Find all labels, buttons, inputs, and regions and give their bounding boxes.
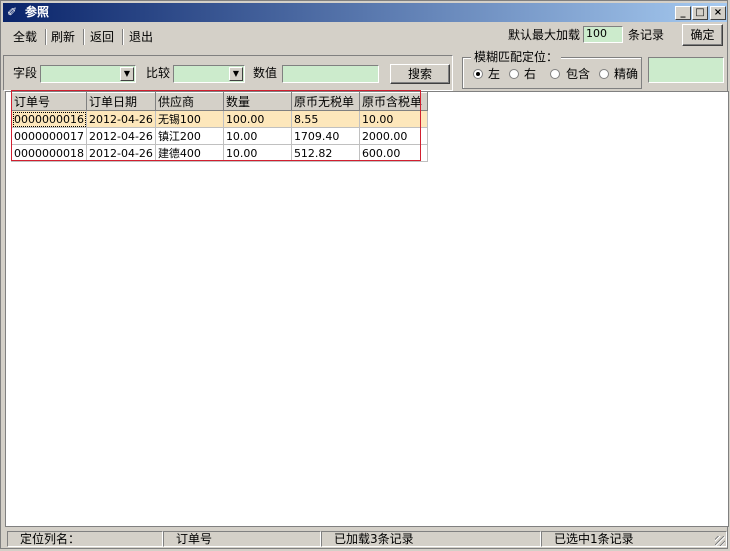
radio-contains-label[interactable]: 包含 <box>566 66 590 82</box>
table-row[interactable]: 0000000018 2012-04-26 建德400 10.00 512.82… <box>11 144 428 162</box>
compare-label: 比较 <box>146 66 171 80</box>
status-loaded-count: 已加载3条记录 <box>321 531 541 547</box>
close-button[interactable]: × <box>710 6 726 20</box>
column-header-unit-price-inc-tax[interactable]: 原币含税单 <box>358 92 428 111</box>
field-select[interactable]: ▼ <box>40 65 136 83</box>
exit-button[interactable]: 退出 <box>125 27 157 47</box>
records-label: 条记录 <box>628 28 665 42</box>
table-row[interactable]: 0000000017 2012-04-26 镇江200 10.00 1709.4… <box>11 127 428 145</box>
search-button[interactable]: 搜索 <box>390 64 450 84</box>
status-locate-column-label: 定位列名： <box>7 531 163 547</box>
status-locate-column-value: 订单号 <box>163 531 321 547</box>
cell-unit-price-ex-tax[interactable]: 512.82 <box>290 144 360 162</box>
resize-grip-icon[interactable] <box>715 536 725 546</box>
results-table: 订单号 订单日期 供应商 数量 原币无税单 原币含税单 0000000016 2… <box>11 92 428 162</box>
column-header-supplier[interactable]: 供应商 <box>154 92 224 111</box>
table-header-row: 订单号 订单日期 供应商 数量 原币无税单 原币含税单 <box>11 92 428 111</box>
radio-left-label[interactable]: 左 <box>488 66 500 82</box>
chevron-down-icon[interactable]: ▼ <box>229 67 243 81</box>
confirm-button[interactable]: 确定 <box>682 24 723 46</box>
cell-order-no[interactable]: 0000000018 <box>11 144 87 162</box>
radio-exact-label[interactable]: 精确 <box>614 66 638 82</box>
minimize-button[interactable]: _ <box>675 6 691 20</box>
column-header-unit-price-ex-tax[interactable]: 原币无税单 <box>290 92 360 111</box>
toolbar-separator <box>83 29 85 45</box>
cell-supplier[interactable]: 镇江200 <box>154 127 224 145</box>
radio-contains[interactable] <box>550 69 560 79</box>
reference-window: ✐ 参照 _ □ × 全载 刷新 返回 退出 默认最大加载 100 条记录 确定… <box>0 0 729 549</box>
refresh-button[interactable]: 刷新 <box>47 27 79 47</box>
back-button[interactable]: 返回 <box>86 27 118 47</box>
fuzzy-match-title: 模糊匹配定位： <box>471 50 562 64</box>
cell-unit-price-ex-tax[interactable]: 1709.40 <box>290 127 360 145</box>
max-load-label: 默认最大加载 <box>508 28 581 42</box>
cell-quantity[interactable]: 100.00 <box>222 110 292 128</box>
radio-right[interactable] <box>509 69 519 79</box>
title-bar[interactable]: ✐ 参照 _ □ × <box>3 3 727 22</box>
cell-order-date[interactable]: 2012-04-26 <box>86 127 156 145</box>
cell-order-no[interactable]: 0000000016 <box>11 110 87 128</box>
max-load-input[interactable]: 100 <box>583 26 623 43</box>
toolbar-separator <box>122 29 124 45</box>
cell-order-date[interactable]: 2012-04-26 <box>86 110 156 128</box>
cell-quantity[interactable]: 10.00 <box>222 127 292 145</box>
fuzzy-match-group: 模糊匹配定位： 左 右 包含 精确 <box>462 50 642 89</box>
column-header-quantity[interactable]: 数量 <box>222 92 292 111</box>
cell-order-no[interactable]: 0000000017 <box>11 127 87 145</box>
status-selected-count: 已选中1条记录 <box>541 531 727 547</box>
radio-right-label[interactable]: 右 <box>524 66 536 82</box>
maximize-button[interactable]: □ <box>692 6 708 20</box>
field-label: 字段 <box>13 66 38 80</box>
cell-unit-price-inc-tax[interactable]: 600.00 <box>358 144 428 162</box>
radio-exact[interactable] <box>599 69 609 79</box>
app-icon: ✐ <box>7 5 18 19</box>
column-header-order-date[interactable]: 订单日期 <box>86 92 156 111</box>
load-all-button[interactable]: 全载 <box>9 27 41 47</box>
table-row[interactable]: 0000000016 2012-04-26 无锡100 100.00 8.55 … <box>11 110 428 128</box>
window-title: 参照 <box>25 5 50 19</box>
status-bar: 定位列名： 订单号 已加载3条记录 已选中1条记录 <box>3 530 727 548</box>
cell-unit-price-inc-tax[interactable]: 2000.00 <box>358 127 428 145</box>
filter-panel: 字段 ▼ 比较 ▼ 数值 搜索 <box>3 55 453 91</box>
cell-supplier[interactable]: 建德400 <box>154 144 224 162</box>
results-grid: 订单号 订单日期 供应商 数量 原币无税单 原币含税单 0000000016 2… <box>5 91 729 527</box>
cell-supplier[interactable]: 无锡100 <box>154 110 224 128</box>
radio-left[interactable] <box>473 69 483 79</box>
cell-unit-price-ex-tax[interactable]: 8.55 <box>290 110 360 128</box>
column-header-order-no[interactable]: 订单号 <box>11 92 87 111</box>
cell-unit-price-inc-tax[interactable]: 10.00 <box>358 110 428 128</box>
value-input[interactable] <box>282 65 379 83</box>
fuzzy-match-input[interactable] <box>648 57 724 83</box>
value-label: 数值 <box>253 66 278 80</box>
chevron-down-icon[interactable]: ▼ <box>120 67 134 81</box>
cell-order-date[interactable]: 2012-04-26 <box>86 144 156 162</box>
cell-quantity[interactable]: 10.00 <box>222 144 292 162</box>
compare-select[interactable]: ▼ <box>173 65 245 83</box>
